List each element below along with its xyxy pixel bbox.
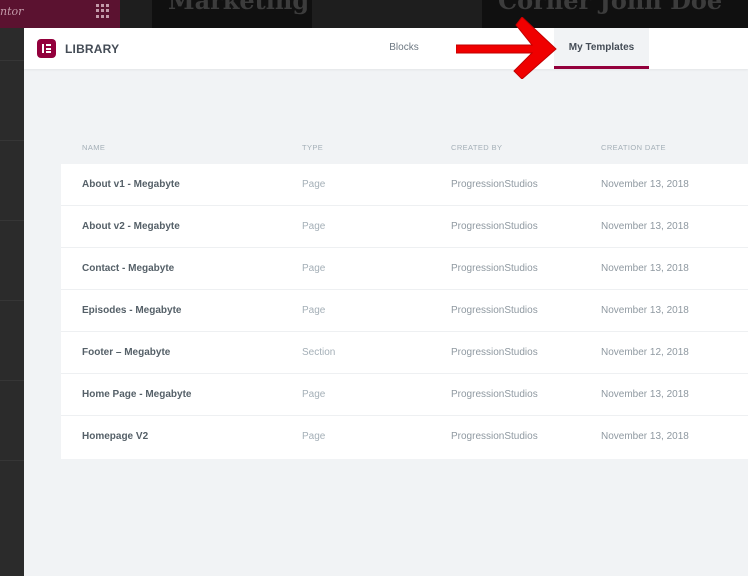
tab-my-templates-label: My Templates	[568, 42, 635, 53]
template-type: Page	[302, 305, 326, 316]
template-date: November 13, 2018	[601, 431, 689, 442]
grid-icon[interactable]	[96, 4, 110, 18]
template-author: ProgressionStudios	[451, 263, 538, 274]
template-date: November 13, 2018	[601, 389, 689, 400]
template-author: ProgressionStudios	[451, 221, 538, 232]
template-author: ProgressionStudios	[451, 389, 538, 400]
table-row[interactable]: Contact - Megabyte Page ProgressionStudi…	[61, 248, 748, 290]
editor-panel-background	[0, 0, 24, 576]
template-name: Homepage V2	[82, 431, 149, 442]
column-header-creation-date[interactable]: CREATION DATE	[601, 143, 666, 152]
template-type: Page	[302, 179, 326, 190]
table-row[interactable]: Home Page - Megabyte Page ProgressionStu…	[61, 374, 748, 416]
template-name: Contact - Megabyte	[82, 263, 175, 274]
background-hero-text: Marketing	[168, 0, 310, 15]
table-row[interactable]: About v2 - Megabyte Page ProgressionStud…	[61, 206, 748, 248]
template-name: About v1 - Megabyte	[82, 179, 180, 190]
template-name: About v2 - Megabyte	[82, 221, 180, 232]
library-modal: LIBRARY Blocks My Templates NAME TYPE CR…	[24, 28, 748, 576]
template-date: November 13, 2018	[601, 221, 689, 232]
background-hero-text: Corner John Doe	[498, 0, 723, 15]
template-type: Section	[302, 347, 336, 358]
editor-topbar-logo: ntor	[0, 5, 24, 18]
template-date: November 13, 2018	[601, 263, 689, 274]
template-author: ProgressionStudios	[451, 431, 538, 442]
template-author: ProgressionStudios	[451, 305, 538, 316]
active-tab-indicator	[554, 66, 649, 69]
template-name: Home Page - Megabyte	[82, 389, 192, 400]
table-row[interactable]: About v1 - Megabyte Page ProgressionStud…	[61, 164, 748, 206]
modal-title: LIBRARY	[65, 42, 120, 56]
table-header: NAME TYPE CREATED BY CREATION DATE	[61, 143, 748, 157]
template-type: Page	[302, 389, 326, 400]
template-type: Page	[302, 221, 326, 232]
template-name: Episodes - Megabyte	[82, 305, 182, 316]
templates-table: About v1 - Megabyte Page ProgressionStud…	[61, 164, 748, 459]
editor-topbar: ntor	[0, 0, 120, 28]
table-row[interactable]: Episodes - Megabyte Page ProgressionStud…	[61, 290, 748, 332]
table-row[interactable]: Homepage V2 Page ProgressionStudios Nove…	[61, 416, 748, 458]
template-type: Page	[302, 431, 326, 442]
modal-header: LIBRARY Blocks My Templates	[24, 28, 748, 69]
template-author: ProgressionStudios	[451, 179, 538, 190]
column-header-name[interactable]: NAME	[82, 143, 105, 152]
column-header-type[interactable]: TYPE	[302, 143, 323, 152]
template-type: Page	[302, 263, 326, 274]
background-hero-left: Marketing	[152, 0, 312, 28]
annotation-arrow-icon	[456, 17, 557, 79]
template-date: November 13, 2018	[601, 179, 689, 190]
template-author: ProgressionStudios	[451, 347, 538, 358]
elementor-logo-icon	[37, 39, 56, 58]
template-date: November 12, 2018	[601, 347, 689, 358]
tab-blocks[interactable]: Blocks	[376, 28, 432, 69]
column-header-created-by[interactable]: CREATED BY	[451, 143, 502, 152]
tab-my-templates[interactable]: My Templates	[554, 28, 649, 69]
template-date: November 13, 2018	[601, 305, 689, 316]
table-row[interactable]: Footer – Megabyte Section ProgressionStu…	[61, 332, 748, 374]
template-name: Footer – Megabyte	[82, 347, 171, 358]
